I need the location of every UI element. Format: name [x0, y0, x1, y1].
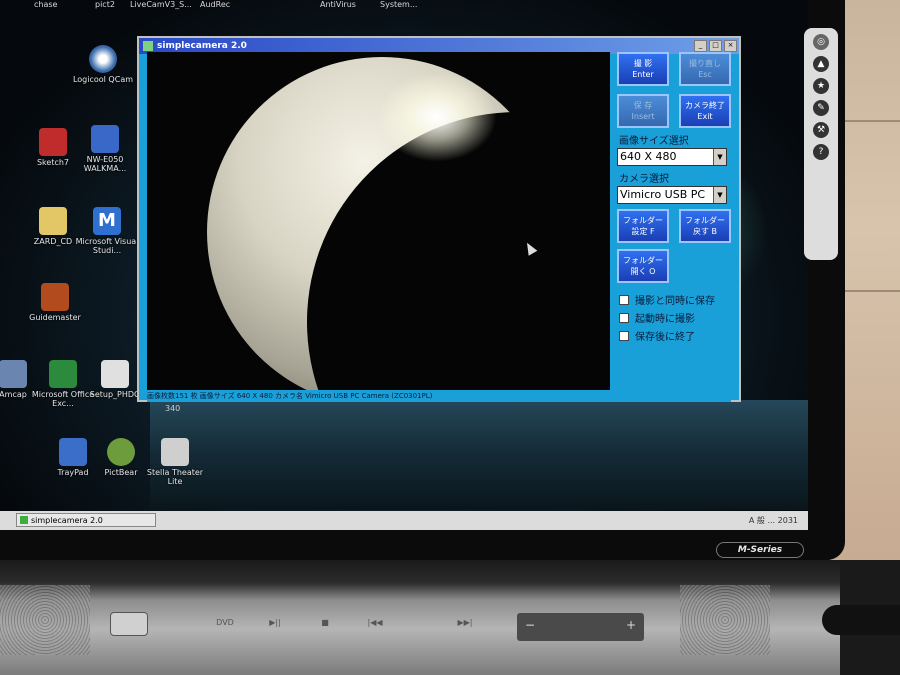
- guidemaster-icon: [41, 283, 69, 311]
- desktop-screen: chase pict2 LiveCamV3_S... AudRec AntiVi…: [0, 0, 808, 530]
- save-on-shoot-checkbox[interactable]: 撮影と同時に保存: [619, 292, 715, 307]
- power-button[interactable]: [110, 612, 148, 636]
- image-size-label: 画像サイズ選択: [619, 136, 689, 147]
- desktop-icon-stella[interactable]: Stella Theater Lite: [140, 438, 210, 486]
- system-tray[interactable]: A 般 ... 2031: [749, 515, 798, 526]
- window-title: simplecamera 2.0: [157, 41, 247, 51]
- desktop-label: System...: [380, 0, 418, 9]
- app-icon: [20, 516, 28, 524]
- desktop-icon-qcam[interactable]: Logicool QCam: [68, 45, 138, 84]
- speaker-grille: [0, 585, 90, 655]
- speaker-grille: [680, 585, 770, 655]
- visual-studio-icon: M: [93, 207, 121, 235]
- desktop-number: 340: [165, 404, 181, 413]
- volume-control[interactable]: − +: [517, 613, 644, 641]
- stella-theater-icon: [161, 438, 189, 466]
- close-button[interactable]: ×: [724, 40, 737, 52]
- taskbar: simplecamera 2.0 A 般 ... 2031: [0, 511, 808, 530]
- folder-icon: [39, 207, 67, 235]
- image-size-select[interactable]: 640 X 480 ▼: [617, 148, 727, 166]
- webcam-icon: [89, 45, 117, 73]
- desktop-label: AntiVirus: [320, 0, 356, 9]
- desktop-label: AudRec: [200, 0, 231, 9]
- chevron-down-icon[interactable]: ▼: [713, 149, 726, 165]
- camera-preview: [147, 52, 610, 390]
- minimize-button[interactable]: _: [694, 40, 707, 52]
- maximize-button[interactable]: □: [709, 40, 722, 52]
- volume-up-icon[interactable]: +: [626, 618, 636, 632]
- folder-back-button[interactable]: フォルダー 戻す B: [679, 209, 731, 243]
- app-icon: [143, 41, 153, 51]
- setup-icon: [101, 360, 129, 388]
- desktop-label: chase: [34, 0, 58, 9]
- play-pause-button[interactable]: ▶||: [255, 612, 295, 634]
- desktop-icon-walkman[interactable]: NW-E050 WALKMA...: [70, 125, 140, 173]
- edit-icon[interactable]: ✎: [813, 100, 829, 116]
- simplecamera-window[interactable]: simplecamera 2.0 _ □ × 撮 影 Enter 撮り直し Es…: [137, 36, 741, 402]
- camera-select[interactable]: Vimicro USB PC ▼: [617, 186, 727, 204]
- traypad-icon: [59, 438, 87, 466]
- volume-down-icon[interactable]: −: [525, 618, 535, 632]
- wrench-icon[interactable]: ⚒: [813, 122, 829, 138]
- save-button[interactable]: 保 存 Insert: [617, 94, 669, 128]
- side-toolbar: ◎ ▲ ★ ✎ ⚒ ?: [804, 28, 838, 260]
- help-icon[interactable]: ?: [813, 144, 829, 160]
- dvd-button[interactable]: DVD: [205, 612, 245, 634]
- folder-settings-button[interactable]: フォルダー 設定 F: [617, 209, 669, 243]
- taskbar-item-simplecamera[interactable]: simplecamera 2.0: [16, 513, 156, 527]
- desktop-label: LiveCamV3_S...: [130, 0, 192, 9]
- sketch-icon: [39, 128, 67, 156]
- folder-open-button[interactable]: フォルダー 開く O: [617, 249, 669, 283]
- walkman-icon: [91, 125, 119, 153]
- shoot-button[interactable]: 撮 影 Enter: [617, 52, 669, 86]
- monitor-bezel: chase pict2 LiveCamV3_S... AudRec AntiVi…: [0, 0, 845, 560]
- exit-after-save-checkbox[interactable]: 保存後に終了: [619, 328, 695, 343]
- previous-button[interactable]: |◀◀: [355, 612, 395, 634]
- chevron-down-icon[interactable]: ▼: [713, 187, 726, 203]
- upload-icon[interactable]: ▲: [813, 56, 829, 72]
- amcap-icon: [0, 360, 27, 388]
- logo-icon: ◎: [813, 34, 829, 50]
- shoot-on-start-checkbox[interactable]: 起動時に撮影: [619, 310, 695, 325]
- light-glare: [377, 72, 497, 162]
- camera-off-button[interactable]: カメラ終了 Exit: [679, 94, 731, 128]
- retake-button[interactable]: 撮り直し Esc: [679, 52, 731, 86]
- status-bar: 画像枚数151 枚 画像サイズ 640 X 480 カメラ名 Vimicro U…: [147, 390, 731, 402]
- star-icon[interactable]: ★: [813, 78, 829, 94]
- pictbear-icon: [107, 438, 135, 466]
- camera-select-label: カメラ選択: [619, 174, 669, 185]
- desktop-icon-visual-studio[interactable]: M Microsoft Visual Studi...: [72, 207, 142, 255]
- desktop-label: pict2: [95, 0, 115, 9]
- usb-cable: [822, 605, 900, 635]
- stop-button[interactable]: ■: [305, 612, 345, 634]
- wallpaper-lake: [150, 400, 808, 510]
- desktop-icon-guidemaster[interactable]: Guidemaster: [20, 283, 90, 322]
- next-button[interactable]: ▶▶|: [445, 612, 485, 634]
- excel-icon: [49, 360, 77, 388]
- model-badge: M-Series: [716, 542, 804, 558]
